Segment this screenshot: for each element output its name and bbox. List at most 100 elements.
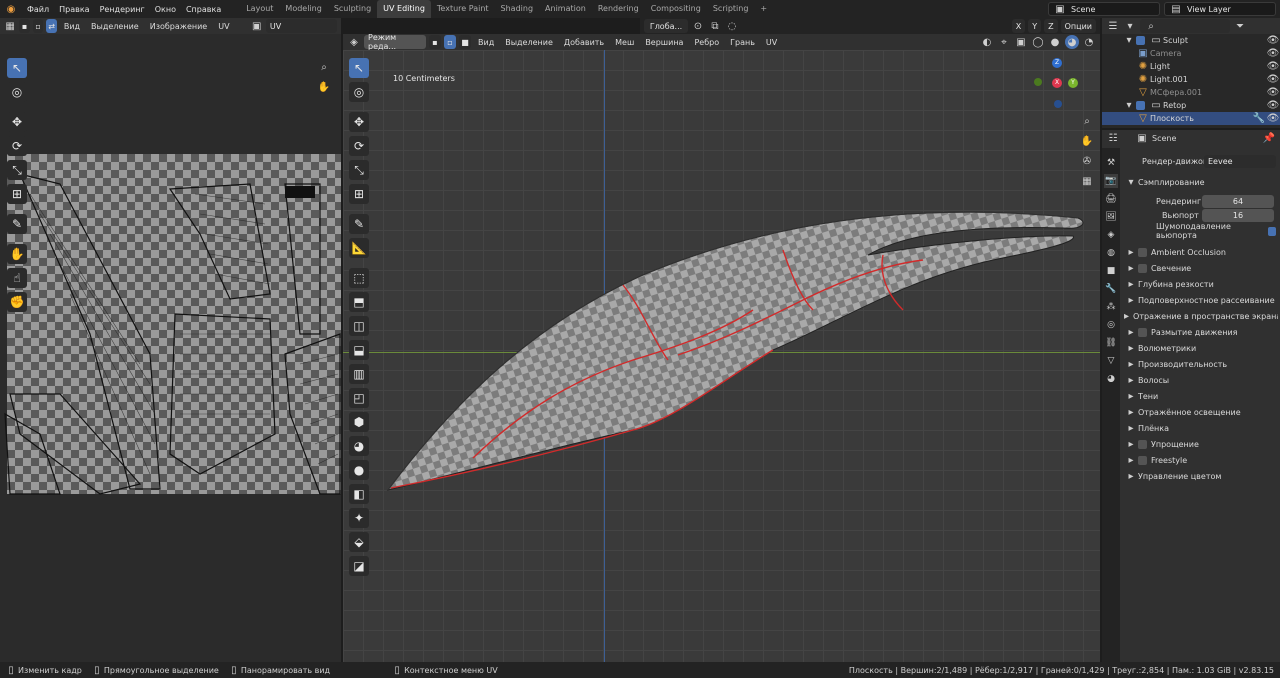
select-face-mode[interactable]: ■: [459, 35, 471, 49]
render-samples-field[interactable]: 64: [1202, 195, 1274, 208]
modifier-tab-icon[interactable]: 🔧: [1104, 282, 1118, 296]
edge-slide-tool[interactable]: ◧: [349, 484, 369, 504]
vp-menu-face[interactable]: Грань: [726, 38, 759, 47]
gizmo-neg-z-icon[interactable]: [1054, 100, 1062, 108]
outliner-item-light-001[interactable]: ✺ Light.001 👁: [1102, 73, 1280, 86]
uv-menu-view[interactable]: Вид: [60, 22, 84, 31]
panel-row[interactable]: ▸ Отражение в пространстве экрана: [1124, 309, 1278, 323]
visibility-eye-icon[interactable]: 👁: [1266, 34, 1280, 48]
select-box-tool[interactable]: ↖: [349, 58, 369, 78]
vp-menu-uv[interactable]: UV: [762, 38, 781, 47]
gizmo-y-icon[interactable]: Y: [1068, 78, 1078, 88]
shading-material-icon[interactable]: ◕: [1065, 35, 1079, 49]
panel-checkbox[interactable]: [1138, 247, 1147, 257]
zoom-icon[interactable]: ⌕: [317, 60, 331, 74]
panel-row[interactable]: ▸ Глубина резкости: [1124, 277, 1278, 291]
relax-tool[interactable]: ☝: [7, 268, 27, 288]
inset-tool[interactable]: ◫: [349, 316, 369, 336]
gizmo-neg-y-icon[interactable]: [1034, 78, 1042, 86]
panel-row[interactable]: ▸ Производительность: [1124, 357, 1278, 371]
grab-tool[interactable]: ✋: [7, 244, 27, 264]
expand-arrow-icon[interactable]: ▾: [1122, 34, 1136, 48]
panel-sampling[interactable]: ▾ Сэмплирование: [1124, 175, 1204, 189]
xray-icon[interactable]: ▣: [1014, 35, 1028, 49]
panel-row[interactable]: ▸ Свечение: [1124, 261, 1278, 275]
pan-hand-icon[interactable]: ✋: [317, 80, 331, 94]
data-tab-icon[interactable]: ▽: [1104, 354, 1118, 368]
render-engine-select[interactable]: Eevee: [1204, 155, 1276, 168]
uv-editor[interactable]: ↖ ◎ ✥ ⟳ ⤡ ⊞ ✎ ✋ ☝ ✊ ⌕ ✋: [0, 34, 341, 662]
menu-help[interactable]: Справка: [181, 5, 226, 14]
panel-row[interactable]: ▸ Отражённое освещение: [1124, 405, 1278, 419]
navigation-gizmo[interactable]: Z Y X: [1030, 56, 1090, 120]
tab-animation[interactable]: Animation: [539, 0, 592, 18]
blender-logo-icon[interactable]: ◉: [4, 2, 18, 16]
3d-viewport[interactable]: 10 Centimeters Z Y X ⌕ ✋ ✇ ▦ ↖ ◎ ✥ ⟳ ⤡ ⊞…: [343, 50, 1100, 662]
tab-sculpting[interactable]: Sculpting: [328, 0, 377, 18]
camera-view-icon[interactable]: ✇: [1080, 154, 1094, 168]
editor-type-icon[interactable]: ☷: [1106, 131, 1120, 145]
scale-tool[interactable]: ⤡: [7, 160, 27, 180]
add-workspace-icon[interactable]: +: [754, 0, 773, 18]
menu-render[interactable]: Рендеринг: [95, 5, 150, 14]
panel-row[interactable]: ▸ Freestyle: [1124, 453, 1278, 467]
select-edge-mode[interactable]: ▫: [444, 35, 456, 49]
tab-rendering[interactable]: Rendering: [592, 0, 645, 18]
menu-window[interactable]: Окно: [150, 5, 181, 14]
select-vertex-mode[interactable]: ▪: [429, 35, 441, 49]
smooth-tool[interactable]: ●: [349, 460, 369, 480]
panel-row[interactable]: ▸ Упрощение: [1124, 437, 1278, 451]
rip-region-tool[interactable]: ◪: [349, 556, 369, 576]
physics-tab-icon[interactable]: ◎: [1104, 318, 1118, 332]
uv-sync-icon[interactable]: ⇄: [46, 19, 57, 33]
snap-icon[interactable]: ⧉: [708, 19, 722, 33]
annotate-tool[interactable]: ✎: [7, 214, 27, 234]
visibility-eye-icon[interactable]: 👁: [1266, 60, 1280, 74]
gizmo-icon[interactable]: ⌖: [997, 35, 1011, 49]
tab-shading[interactable]: Shading: [495, 0, 540, 18]
scene-selector[interactable]: ▣ Scene: [1048, 2, 1160, 16]
uv-menu-image[interactable]: Изображение: [146, 22, 212, 31]
uv-select-mode-vertex[interactable]: ▪: [19, 19, 30, 33]
tab-compositing[interactable]: Compositing: [645, 0, 707, 18]
measure-tool[interactable]: 📐: [349, 238, 369, 258]
transform-orientation[interactable]: Глоба...: [644, 19, 688, 33]
extrude-tool[interactable]: ⬒: [349, 292, 369, 312]
visibility-eye-icon[interactable]: 👁: [1266, 86, 1280, 100]
display-mode-icon[interactable]: ▾: [1123, 19, 1137, 33]
menu-file[interactable]: Файл: [22, 5, 54, 14]
shear-tool[interactable]: ⬙: [349, 532, 369, 552]
tab-modeling[interactable]: Modeling: [279, 0, 327, 18]
editor-type-icon[interactable]: ◈: [347, 35, 361, 49]
move-tool[interactable]: ✥: [349, 112, 369, 132]
viewport-samples-field[interactable]: 16: [1202, 209, 1274, 222]
ortho-grid-icon[interactable]: ▦: [1080, 174, 1094, 188]
add-cube-tool[interactable]: ⬚: [349, 268, 369, 288]
visibility-eye-icon[interactable]: 👁: [1266, 73, 1280, 87]
outliner-item-camera[interactable]: ▣ Camera 👁: [1102, 47, 1280, 60]
view-layer-tab-icon[interactable]: 🖼: [1104, 210, 1118, 224]
modifier-wrench-icon[interactable]: 🔧: [1252, 112, 1266, 126]
shrink-fatten-tool[interactable]: ✦: [349, 508, 369, 528]
menu-edit[interactable]: Правка: [54, 5, 94, 14]
uv-menu-uv[interactable]: UV: [214, 22, 233, 31]
tab-layout[interactable]: Layout: [240, 0, 279, 18]
shading-wire-icon[interactable]: ◯: [1031, 35, 1045, 49]
panel-row[interactable]: ▸ Управление цветом: [1124, 469, 1278, 483]
scale-tool[interactable]: ⤡: [349, 160, 369, 180]
collection-checkbox[interactable]: [1136, 36, 1145, 45]
vp-menu-view[interactable]: Вид: [474, 38, 498, 47]
object-tab-icon[interactable]: ■: [1104, 264, 1118, 278]
uv-map-field[interactable]: UV: [265, 19, 337, 33]
scene-tab-icon[interactable]: ◈: [1104, 228, 1118, 242]
expand-arrow-icon[interactable]: ▾: [1122, 99, 1136, 113]
mirror-z-toggle[interactable]: Z: [1044, 19, 1058, 33]
outliner-item-plane[interactable]: ▽ Плоскость 🔧 👁: [1102, 112, 1280, 125]
outliner-item-light[interactable]: ✺ Light 👁: [1102, 60, 1280, 73]
world-tab-icon[interactable]: ◍: [1104, 246, 1118, 260]
material-tab-icon[interactable]: ◕: [1104, 372, 1118, 386]
visibility-eye-icon[interactable]: 👁: [1266, 47, 1280, 61]
cursor-tool[interactable]: ◎: [7, 82, 27, 102]
pivot-icon[interactable]: ⊙: [691, 19, 705, 33]
outliner-search-input[interactable]: ⌕: [1140, 19, 1230, 33]
